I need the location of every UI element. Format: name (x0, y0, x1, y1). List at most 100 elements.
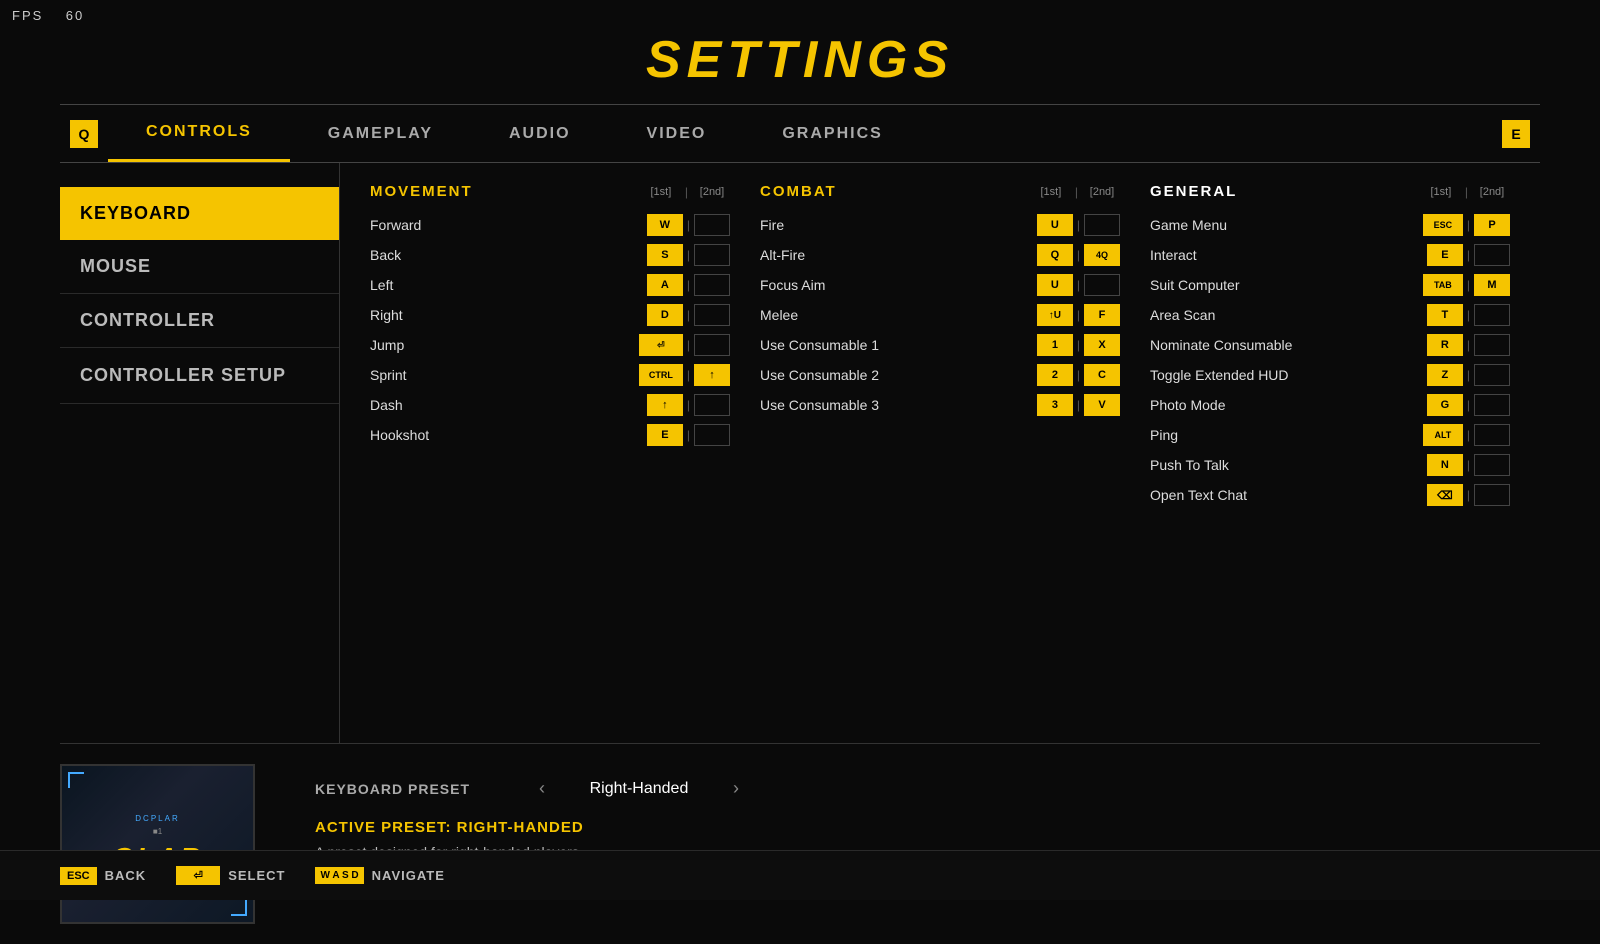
sidebar-item-controller-setup[interactable]: CONTROLLER SETUP (60, 348, 339, 404)
sidebar-item-keyboard[interactable]: KEYBOARD (60, 187, 339, 240)
binding-back-name: Back (370, 247, 647, 263)
binding-jump-name: Jump (370, 337, 639, 353)
key-dash-2nd[interactable] (694, 394, 730, 416)
binding-melee: Melee ↑U | F (760, 301, 1120, 329)
binding-focusaim: Focus Aim U | (760, 271, 1120, 299)
nav-item-back: ESC BACK (60, 867, 146, 885)
binding-hookshot: Hookshot E | (370, 421, 730, 449)
key-forward-1st[interactable]: W (647, 214, 683, 236)
binding-sprint: Sprint CTRL | ↑ (370, 361, 730, 389)
key-togglehud-1st[interactable]: Z (1427, 364, 1463, 386)
key-gamemenu-2nd[interactable]: P (1474, 214, 1510, 236)
binding-nominate-name: Nominate Consumable (1150, 337, 1427, 353)
nav-label-back: BACK (105, 868, 147, 883)
key-ping-2nd[interactable] (1474, 424, 1510, 446)
tab-gameplay[interactable]: GAMEPLAY (290, 107, 471, 161)
key-interact-1st[interactable]: E (1427, 244, 1463, 266)
key-consumable2-1st[interactable]: 2 (1037, 364, 1073, 386)
key-forward-2nd[interactable] (694, 214, 730, 236)
tab-video[interactable]: VIDEO (609, 107, 745, 161)
key-sprint-1st[interactable]: CTRL (639, 364, 683, 386)
key-areascan-1st[interactable]: T (1427, 304, 1463, 326)
key-jump-2nd[interactable] (694, 334, 730, 356)
key-right-2nd[interactable] (694, 304, 730, 326)
sidebar-item-controller[interactable]: CONTROLLER (60, 294, 339, 348)
sidebar-item-mouse[interactable]: MOUSE (60, 240, 339, 294)
binding-sprint-name: Sprint (370, 367, 639, 383)
key-pushtotalk-1st[interactable]: N (1427, 454, 1463, 476)
key-focusaim-1st[interactable]: U (1037, 274, 1073, 296)
binding-textchat-name: Open Text Chat (1150, 487, 1427, 503)
binding-consumable2-name: Use Consumable 2 (760, 367, 1037, 383)
binding-photomode-name: Photo Mode (1150, 397, 1427, 413)
key-nominate-1st[interactable]: R (1427, 334, 1463, 356)
tab-icon-q[interactable]: Q (70, 120, 98, 148)
key-hookshot-2nd[interactable] (694, 424, 730, 446)
key-back-1st[interactable]: S (647, 244, 683, 266)
key-consumable3-1st[interactable]: 3 (1037, 394, 1073, 416)
fps-counter: FPS 60 (12, 8, 84, 23)
key-left-1st[interactable]: A (647, 274, 683, 296)
key-suitcomputer-1st[interactable]: TAB (1423, 274, 1463, 296)
preset-prev-button[interactable]: ‹ (531, 774, 553, 803)
key-consumable1-2nd[interactable]: X (1084, 334, 1120, 356)
key-focusaim-2nd[interactable] (1084, 274, 1120, 296)
key-nominate-2nd[interactable] (1474, 334, 1510, 356)
key-jump-1st[interactable]: ⏎ (639, 334, 683, 356)
key-consumable2-2nd[interactable]: C (1084, 364, 1120, 386)
key-textchat-2nd[interactable] (1474, 484, 1510, 506)
key-sprint-2nd[interactable]: ↑ (694, 364, 730, 386)
general-header: GENERAL [1st] | [2nd] (1150, 183, 1510, 201)
preset-row: KEYBOARD PRESET ‹ Right-Handed › (315, 774, 1540, 803)
content-area: MOVEMENT [1st] | [2nd] Forward W | (340, 163, 1540, 743)
nav-label-select: SELECT (228, 868, 285, 883)
preset-next-button[interactable]: › (725, 774, 747, 803)
key-photomode-1st[interactable]: G (1427, 394, 1463, 416)
binding-interact: Interact E | (1150, 241, 1510, 269)
binding-textchat: Open Text Chat ⌫ | (1150, 481, 1510, 509)
fps-value: 60 (66, 8, 84, 23)
key-gamemenu-1st[interactable]: ESC (1423, 214, 1463, 236)
key-left-2nd[interactable] (694, 274, 730, 296)
key-melee-2nd[interactable]: F (1084, 304, 1120, 326)
general-1st-label: [1st] (1423, 186, 1459, 198)
binding-togglehud-name: Toggle Extended HUD (1150, 367, 1427, 383)
key-altfire-2nd[interactable]: 4Q (1084, 244, 1120, 266)
key-altfire-1st[interactable]: Q (1037, 244, 1073, 266)
key-photomode-2nd[interactable] (1474, 394, 1510, 416)
tab-controls[interactable]: CONTROLS (108, 105, 290, 162)
key-ping-1st[interactable]: ALT (1423, 424, 1463, 446)
tab-graphics[interactable]: GRAPHICS (744, 107, 920, 161)
preset-value: Right-Handed (569, 780, 709, 798)
key-pushtotalk-2nd[interactable] (1474, 454, 1510, 476)
key-interact-2nd[interactable] (1474, 244, 1510, 266)
tab-icon-e[interactable]: E (1502, 120, 1530, 148)
page-title: SETTINGS (0, 0, 1600, 90)
binding-togglehud: Toggle Extended HUD Z | (1150, 361, 1510, 389)
binding-consumable1: Use Consumable 1 1 | X (760, 331, 1120, 359)
key-areascan-2nd[interactable] (1474, 304, 1510, 326)
nav-key-esc: ESC (60, 867, 97, 885)
movement-1st-label: [1st] (643, 186, 679, 198)
key-suitcomputer-2nd[interactable]: M (1474, 274, 1510, 296)
binding-hookshot-name: Hookshot (370, 427, 647, 443)
key-back-2nd[interactable] (694, 244, 730, 266)
general-2nd-label: [2nd] (1474, 186, 1510, 198)
key-hookshot-1st[interactable]: E (647, 424, 683, 446)
key-consumable1-1st[interactable]: 1 (1037, 334, 1073, 356)
tab-audio[interactable]: AUDIO (471, 107, 609, 161)
key-fire-2nd[interactable] (1084, 214, 1120, 236)
main-layout: KEYBOARD MOUSE CONTROLLER CONTROLLER SET… (60, 163, 1540, 743)
binding-pushtotalk-name: Push To Talk (1150, 457, 1427, 473)
key-right-1st[interactable]: D (647, 304, 683, 326)
nav-item-navigate: W A S D NAVIGATE (315, 867, 444, 884)
movement-2nd-label: [2nd] (694, 186, 730, 198)
key-fire-1st[interactable]: U (1037, 214, 1073, 236)
key-consumable3-2nd[interactable]: V (1084, 394, 1120, 416)
binding-areascan-name: Area Scan (1150, 307, 1427, 323)
key-dash-1st[interactable]: ↑ (647, 394, 683, 416)
key-textchat-1st[interactable]: ⌫ (1427, 484, 1463, 506)
key-melee-1st[interactable]: ↑U (1037, 304, 1073, 326)
movement-col-labels: [1st] | [2nd] (643, 185, 730, 199)
key-togglehud-2nd[interactable] (1474, 364, 1510, 386)
